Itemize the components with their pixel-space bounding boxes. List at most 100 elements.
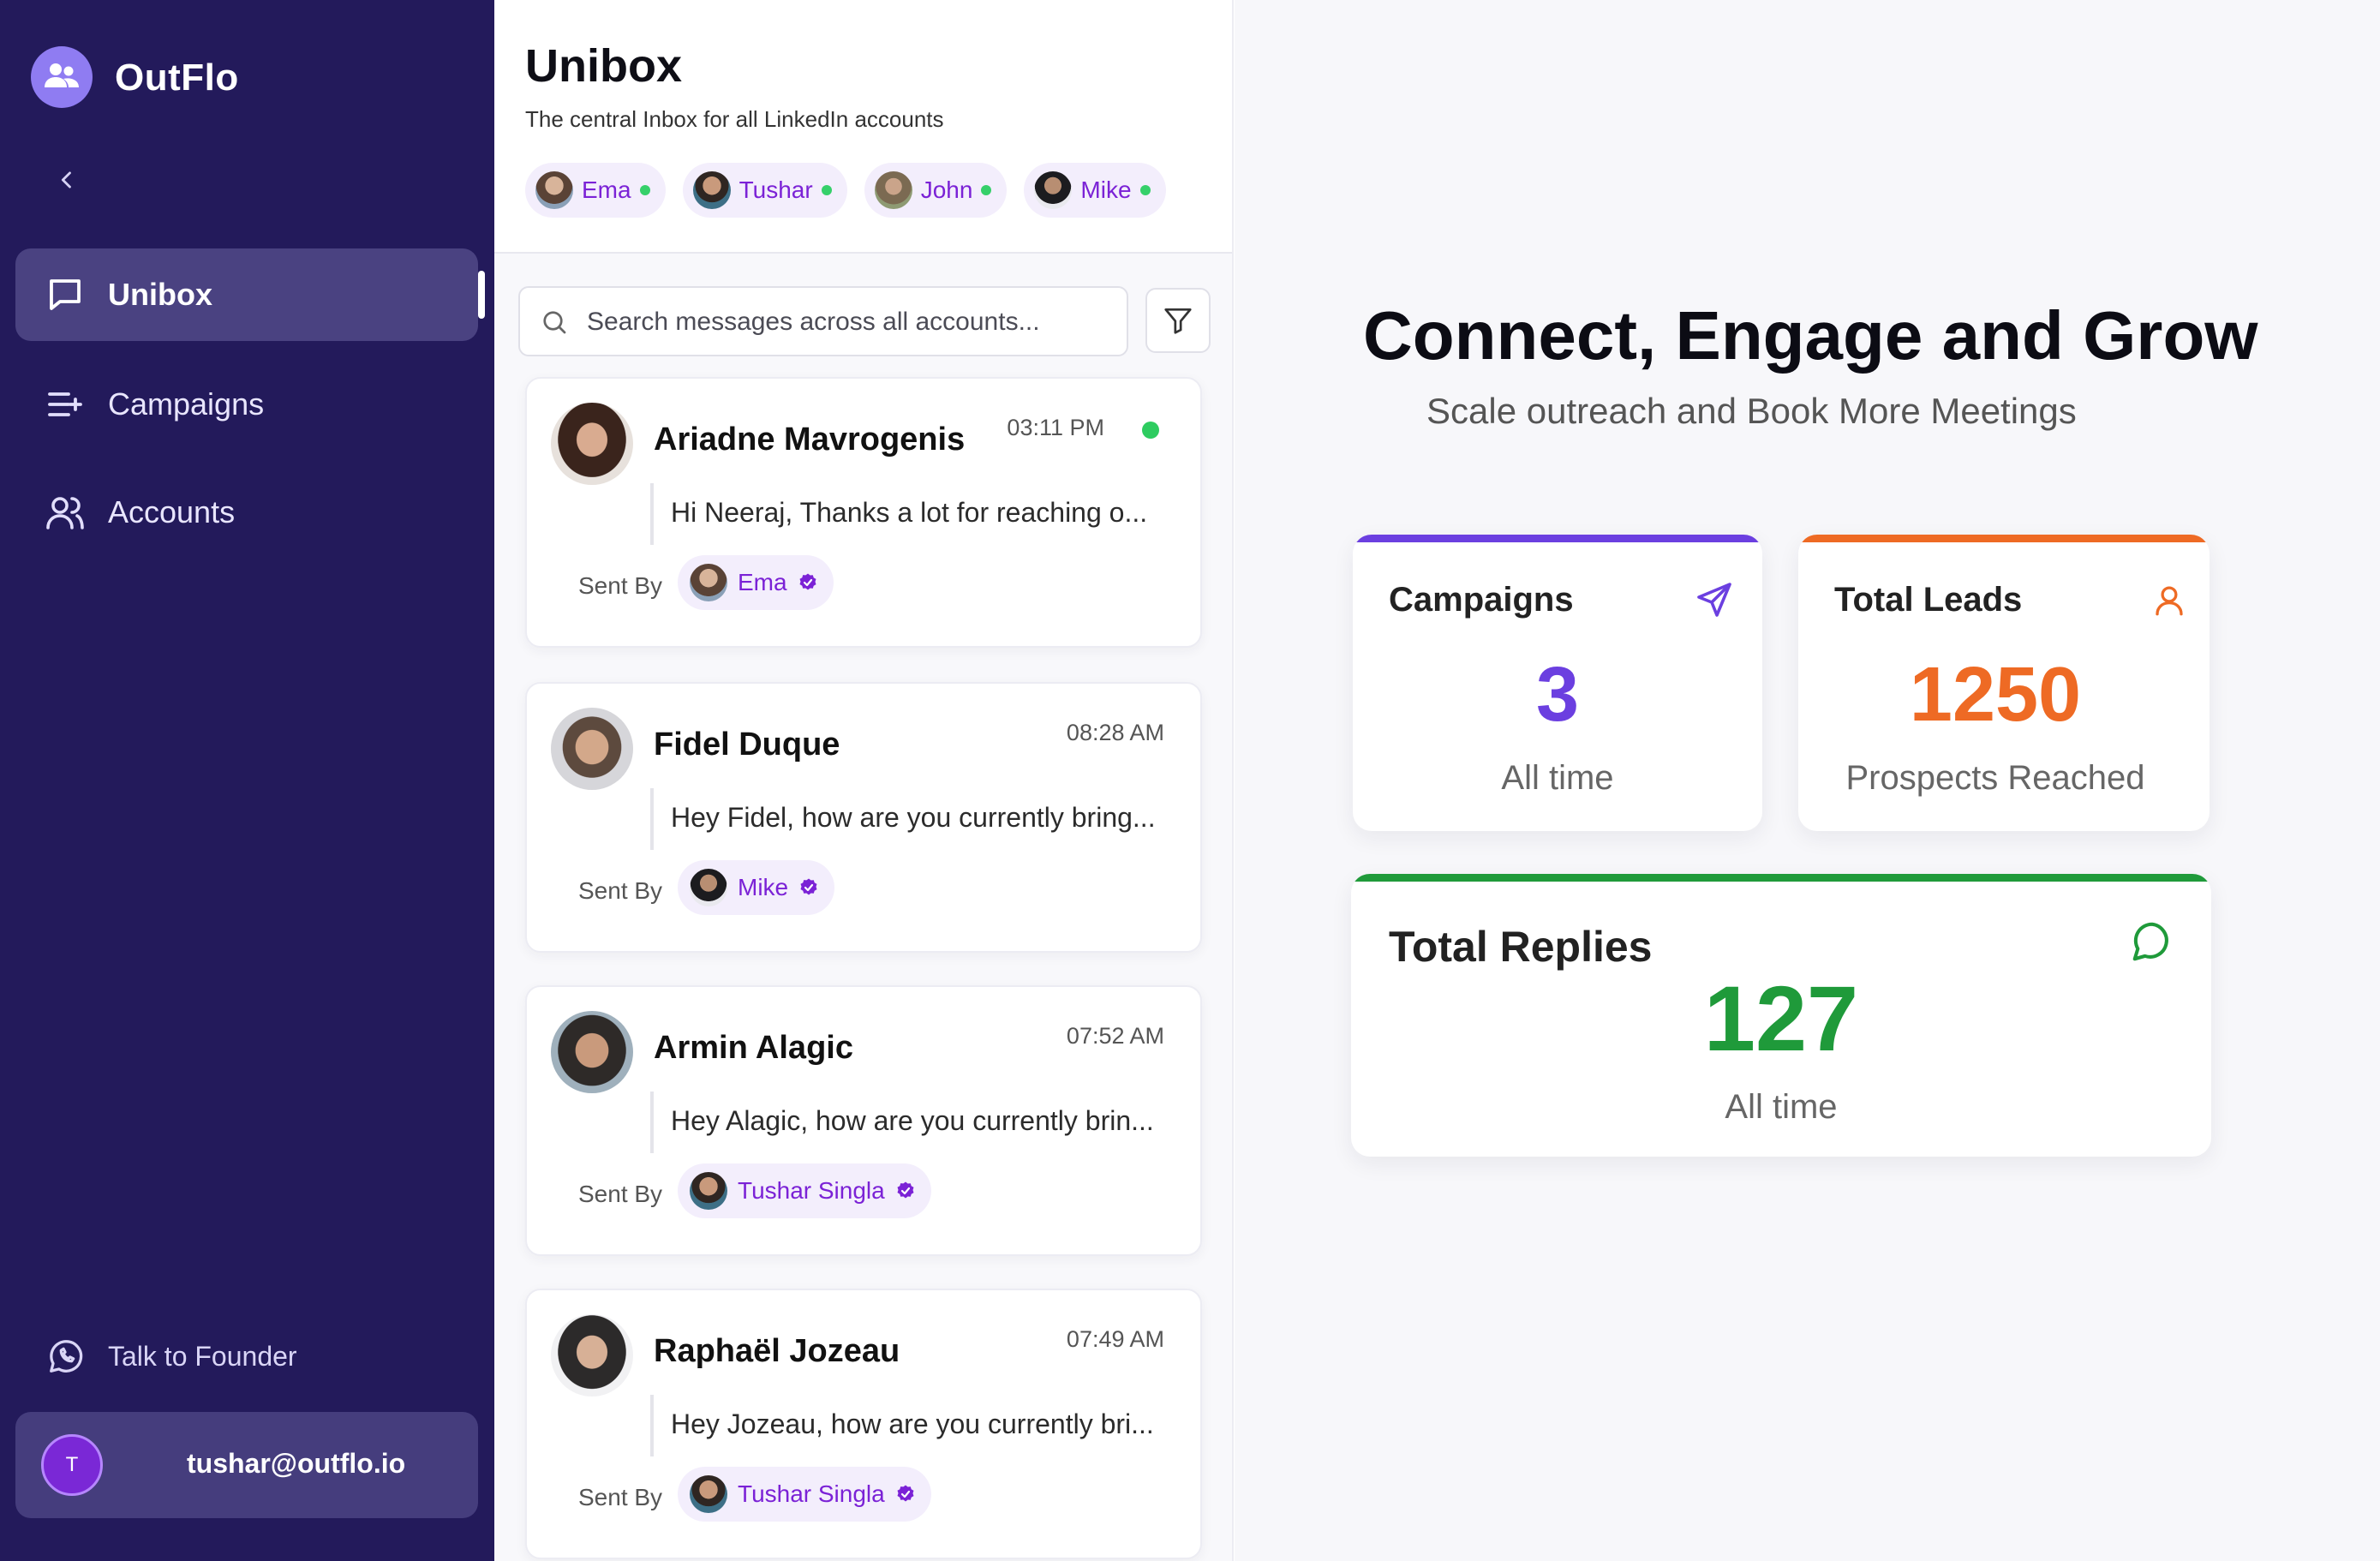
contact-name: Raphaël Jozeau xyxy=(654,1333,900,1369)
verified-badge-icon xyxy=(897,1485,914,1502)
sender-name: Tushar Singla xyxy=(738,1177,885,1204)
brand-logo xyxy=(31,46,93,108)
account-chip-label: John xyxy=(920,176,973,203)
avatar xyxy=(690,564,727,601)
nav-accounts-label: Accounts xyxy=(108,494,236,529)
sent-by-label: Sent By xyxy=(578,877,663,904)
unibox-panel: Unibox The central Inbox for all LinkedI… xyxy=(494,0,1234,1561)
contact-avatar xyxy=(551,708,633,790)
sent-by-label: Sent By xyxy=(578,1181,663,1207)
message-time: 03:11 PM xyxy=(1007,415,1104,440)
account-chip-label: Mike xyxy=(1080,176,1132,203)
talk-to-founder-link[interactable]: Talk to Founder xyxy=(15,1326,478,1386)
message-preview: Hey Fidel, how are you currently bring..… xyxy=(671,802,1156,833)
message-square-icon xyxy=(50,279,81,310)
search-icon xyxy=(543,311,566,334)
conversation-card[interactable]: Armin Alagic 07:52 AM Hey Alagic, how ar… xyxy=(525,985,1202,1256)
account-chip-john[interactable]: John xyxy=(864,163,1008,218)
list-plus-icon xyxy=(48,392,82,416)
user-avatar: T xyxy=(41,1434,103,1496)
contact-avatar xyxy=(551,1011,633,1093)
whatsapp-icon xyxy=(50,1340,83,1373)
chevron-left-icon xyxy=(61,171,71,188)
avatar xyxy=(692,171,731,209)
unread-dot xyxy=(1142,422,1159,439)
sender-chip: Tushar Singla xyxy=(678,1467,931,1522)
active-nav-indicator xyxy=(478,271,485,319)
total-replies-stat-card[interactable]: Total Replies 127 All time xyxy=(1351,874,2211,1157)
stat-caption: Prospects Reached xyxy=(1845,759,2145,797)
search-box xyxy=(518,286,1128,356)
card-accent-bar xyxy=(1351,874,2211,882)
page-title: Unibox xyxy=(525,40,682,92)
conversation-card[interactable]: Ariadne Mavrogenis 03:11 PM Hi Neeraj, T… xyxy=(525,377,1202,648)
nav-campaigns-label: Campaigns xyxy=(108,386,265,422)
sidebar: OutFlo Unibox Campaigns Accounts Talk to… xyxy=(0,0,494,1561)
divider xyxy=(650,1395,654,1456)
card-accent-bar xyxy=(1353,535,1762,542)
sent-by-label: Sent By xyxy=(578,572,663,599)
account-chip-tushar[interactable]: Tushar xyxy=(682,163,847,218)
stat-label: Campaigns xyxy=(1389,581,1574,619)
online-status-dot xyxy=(821,185,832,195)
verified-badge-icon xyxy=(897,1181,914,1199)
account-chip-ema[interactable]: Ema xyxy=(525,163,666,218)
avatar xyxy=(1034,171,1073,209)
message-time: 07:52 AM xyxy=(1066,1023,1164,1049)
message-time: 07:49 AM xyxy=(1066,1326,1164,1352)
divider xyxy=(650,483,654,545)
brand-name: OutFlo xyxy=(115,57,239,99)
users-logo-icon xyxy=(45,63,79,87)
online-status-dot xyxy=(1139,185,1151,195)
sent-by-label: Sent By xyxy=(578,1484,663,1510)
contact-name: Armin Alagic xyxy=(654,1030,853,1066)
hero-subtitle: Scale outreach and Book More Meetings xyxy=(1426,391,2077,431)
filter-button[interactable] xyxy=(1145,288,1211,353)
stat-caption: All time xyxy=(1725,1088,1838,1126)
stat-value: 3 xyxy=(1535,652,1580,738)
contact-name: Fidel Duque xyxy=(654,727,840,763)
nav-campaigns[interactable]: Campaigns xyxy=(15,358,478,451)
page-subtitle: The central Inbox for all LinkedIn accou… xyxy=(525,106,944,132)
sender-chip: Ema xyxy=(678,555,834,610)
user-email: tushar@outflo.io xyxy=(187,1448,406,1479)
verified-badge-icon xyxy=(800,878,817,895)
nav-unibox[interactable]: Unibox xyxy=(15,248,478,341)
nav-accounts[interactable]: Accounts xyxy=(15,466,478,559)
message-preview: Hi Neeraj, Thanks a lot for reaching o..… xyxy=(671,497,1148,528)
verified-badge-icon xyxy=(799,573,816,590)
talk-to-founder-label: Talk to Founder xyxy=(108,1340,297,1372)
hero-title: Connect, Engage and Grow xyxy=(1363,297,2258,374)
card-accent-bar xyxy=(1798,535,2210,542)
search-input[interactable] xyxy=(587,300,1109,344)
avatar xyxy=(535,171,573,209)
unibox-header: Unibox The central Inbox for all LinkedI… xyxy=(494,0,1232,254)
divider xyxy=(650,1092,654,1153)
divider xyxy=(650,788,654,850)
campaigns-stat-card[interactable]: Campaigns 3 All time xyxy=(1353,535,1762,831)
avatar xyxy=(690,1475,727,1513)
user-icon xyxy=(2156,586,2183,616)
message-preview: Hey Jozeau, how are you currently bri... xyxy=(671,1408,1154,1439)
nav-unibox-label: Unibox xyxy=(108,277,212,312)
stat-value: 127 xyxy=(1703,966,1859,1070)
stat-caption: All time xyxy=(1501,759,1614,797)
conversation-card[interactable]: Fidel Duque 08:28 AM Hey Fidel, how are … xyxy=(525,682,1202,953)
online-status-dot xyxy=(639,185,650,195)
chat-bubble-icon xyxy=(2132,922,2168,961)
contact-avatar xyxy=(551,403,633,485)
sender-name: Ema xyxy=(738,569,787,595)
account-filter-chips: Ema Tushar John Mike xyxy=(525,163,1166,218)
contact-name: Ariadne Mavrogenis xyxy=(654,422,966,458)
sender-name: Mike xyxy=(738,874,789,900)
conversation-card[interactable]: Raphaël Jozeau 07:49 AM Hey Jozeau, how … xyxy=(525,1289,1202,1559)
collapse-sidebar-button[interactable] xyxy=(48,161,86,199)
sender-chip: Mike xyxy=(678,860,835,915)
sender-chip: Tushar Singla xyxy=(678,1163,931,1218)
filter-icon xyxy=(1164,308,1192,334)
account-chip-mike[interactable]: Mike xyxy=(1024,163,1166,218)
stat-label: Total Leads xyxy=(1834,581,2023,619)
total-leads-stat-card[interactable]: Total Leads 1250 Prospects Reached xyxy=(1798,535,2210,831)
user-profile-card[interactable]: T tushar@outflo.io xyxy=(15,1412,478,1518)
avatar xyxy=(874,171,912,209)
